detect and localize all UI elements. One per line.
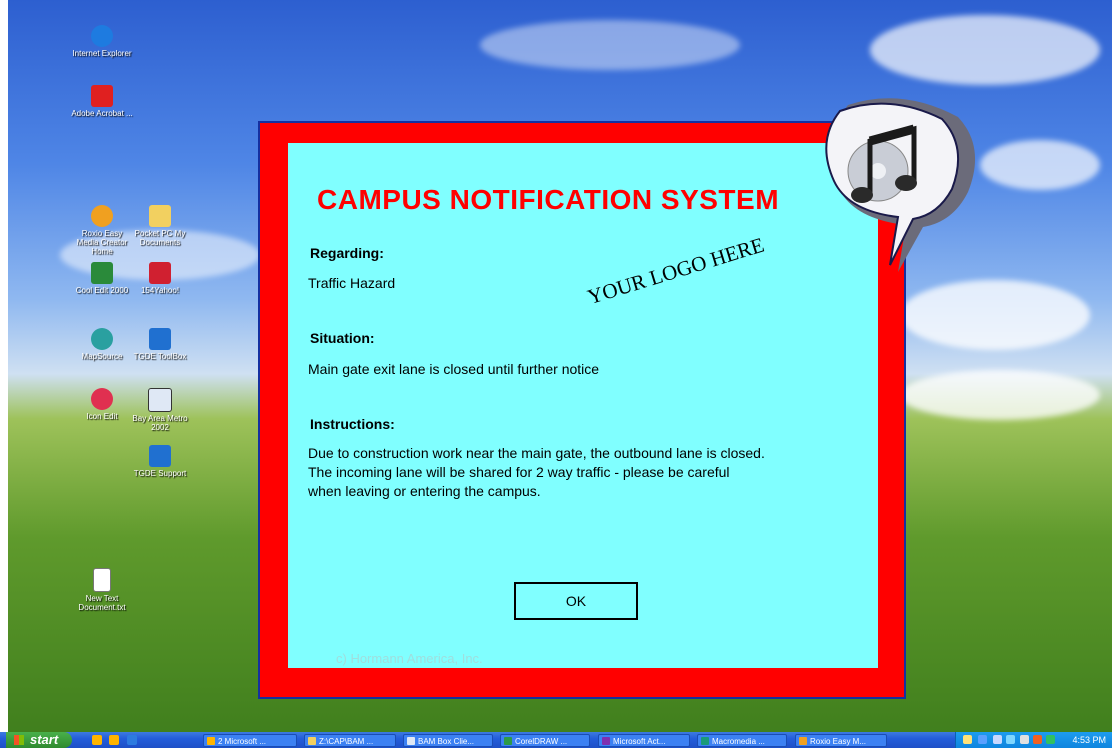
yahoo-icon	[149, 262, 171, 284]
adobe-acrobat-icon	[91, 85, 113, 107]
internet-explorer-icon[interactable]	[127, 735, 137, 745]
taskbar-button[interactable]: Z:\CAP\BAM ...	[304, 734, 396, 747]
copyright-text: c) Hormann America, Inc.	[336, 651, 483, 666]
taskbar-button-label: Roxio Easy M...	[810, 737, 867, 746]
taskbar-button[interactable]: Microsoft Act...	[598, 734, 690, 747]
folder-icon	[308, 737, 316, 745]
instructions-line: Due to construction work near the main g…	[308, 445, 765, 461]
roxio-icon	[91, 205, 113, 227]
desktop-icon-pocket-pc[interactable]: Pocket PC My Documents	[128, 205, 192, 247]
roxio-icon	[799, 737, 807, 745]
tray-speaker-icon[interactable]	[1006, 735, 1015, 744]
outlook-icon[interactable]	[109, 735, 119, 745]
regarding-label: Regarding:	[310, 245, 384, 261]
taskbar-button[interactable]: 2 Microsoft ...	[203, 734, 297, 747]
taskbar-clock: 4:53 PM	[1072, 735, 1106, 745]
tray-help-icon[interactable]	[978, 735, 987, 744]
application-window-icon	[148, 388, 172, 412]
ie-shortcut-icon	[149, 328, 171, 350]
windows-logo-icon	[14, 735, 24, 745]
desktop-icon-label: MapSource	[81, 352, 123, 361]
taskbar-button[interactable]: Macromedia ...	[697, 734, 787, 747]
taskbar-button-label: CorelDRAW ...	[515, 737, 568, 746]
taskbar-button-label: 2 Microsoft ...	[218, 737, 267, 746]
desktop-icon-label: Bay Area Metro 2002	[132, 414, 188, 432]
coreldraw-icon	[504, 737, 512, 745]
outlook-icon[interactable]	[92, 735, 102, 745]
taskbar-button-label: Microsoft Act...	[613, 737, 666, 746]
situation-value: Main gate exit lane is closed until furt…	[308, 361, 600, 377]
folder-icon	[149, 205, 171, 227]
desktop-icon-mapsource[interactable]: MapSource	[70, 328, 134, 361]
desktop-icon-label: 154Yahoo!	[140, 286, 180, 295]
desktop-icon-label: TGDE Support	[133, 469, 187, 478]
cool-edit-icon	[91, 262, 113, 284]
tray-network-icon[interactable]	[993, 735, 1002, 744]
desktop-icon-icon-edit[interactable]: Icon Edit	[70, 388, 134, 421]
desktop-icon-tgde-toolbox[interactable]: TGDE ToolBox	[128, 328, 192, 361]
desktop-icon-adobe-acrobat[interactable]: Adobe Acrobat ...	[70, 85, 134, 118]
desktop-icon-roxio[interactable]: Roxio Easy Media Creator Home	[70, 205, 134, 256]
desktop-icon-label: TGDE ToolBox	[133, 352, 187, 361]
taskbar-button[interactable]: BAM Box Clie...	[403, 734, 493, 747]
ie-shortcut-icon	[149, 445, 171, 467]
taskbar-button-label: Macromedia ...	[712, 737, 765, 746]
taskbar-button-label: BAM Box Clie...	[418, 737, 475, 746]
instructions-label: Instructions:	[310, 416, 395, 432]
tray-app-icon[interactable]	[1046, 735, 1055, 744]
outlook-icon	[207, 737, 215, 745]
text-document-icon	[93, 568, 111, 592]
desktop-icon-tgde-support[interactable]: TGDE Support	[128, 445, 192, 478]
tray-app-icon[interactable]	[1020, 735, 1029, 744]
tray-app-icon[interactable]	[1033, 735, 1042, 744]
regarding-value: Traffic Hazard	[308, 275, 396, 291]
start-label: start	[30, 732, 59, 747]
desktop-icon-cool-edit[interactable]: Cool Edit 2000	[70, 262, 134, 295]
application-window-icon	[407, 737, 415, 745]
start-button[interactable]: start	[6, 732, 72, 748]
icon-edit-icon	[91, 388, 113, 410]
instructions-line: when leaving or entering the campus.	[308, 483, 541, 499]
taskbar-button-label: Z:\CAP\BAM ...	[319, 737, 374, 746]
microsoft-activesync-icon	[602, 737, 610, 745]
desktop-icon-label: Internet Explorer	[72, 49, 132, 58]
desktop-icon-label: New Text Document.txt	[78, 594, 126, 612]
music-note-icon	[825, 98, 976, 272]
desktop-icon-yahoo[interactable]: 154Yahoo!	[128, 262, 192, 295]
internet-explorer-icon	[91, 25, 113, 47]
desktop-icon-bay-area-metro[interactable]: Bay Area Metro 2002	[128, 388, 192, 432]
ok-button[interactable]: OK	[514, 582, 638, 620]
taskbar-button[interactable]: CorelDRAW ...	[500, 734, 590, 747]
macromedia-icon	[701, 737, 709, 745]
instructions-line: The incoming lane will be shared for 2 w…	[308, 464, 730, 480]
desktop-icon-new-text-document[interactable]: New Text Document.txt	[70, 568, 134, 612]
desktop-icon-label: Pocket PC My Documents	[134, 229, 186, 247]
taskbar-button[interactable]: Roxio Easy M...	[795, 734, 887, 747]
desktop-icon-internet-explorer[interactable]: Internet Explorer	[70, 25, 134, 58]
desktop-icon-label: Roxio Easy Media Creator Home	[76, 229, 128, 256]
screen-edge	[0, 0, 8, 748]
tray-tool-icon[interactable]	[963, 735, 972, 744]
instructions-text: Due to construction work near the main g…	[308, 444, 868, 501]
ok-button-label: OK	[565, 593, 587, 609]
situation-label: Situation:	[310, 330, 375, 346]
desktop-icon-label: Icon Edit	[86, 412, 118, 421]
notification-title: CAMPUS NOTIFICATION SYSTEM	[317, 184, 780, 215]
desktop-icon-label: Cool Edit 2000	[75, 286, 129, 295]
mapsource-icon	[91, 328, 113, 350]
desktop-icon-label: Adobe Acrobat ...	[71, 109, 133, 118]
